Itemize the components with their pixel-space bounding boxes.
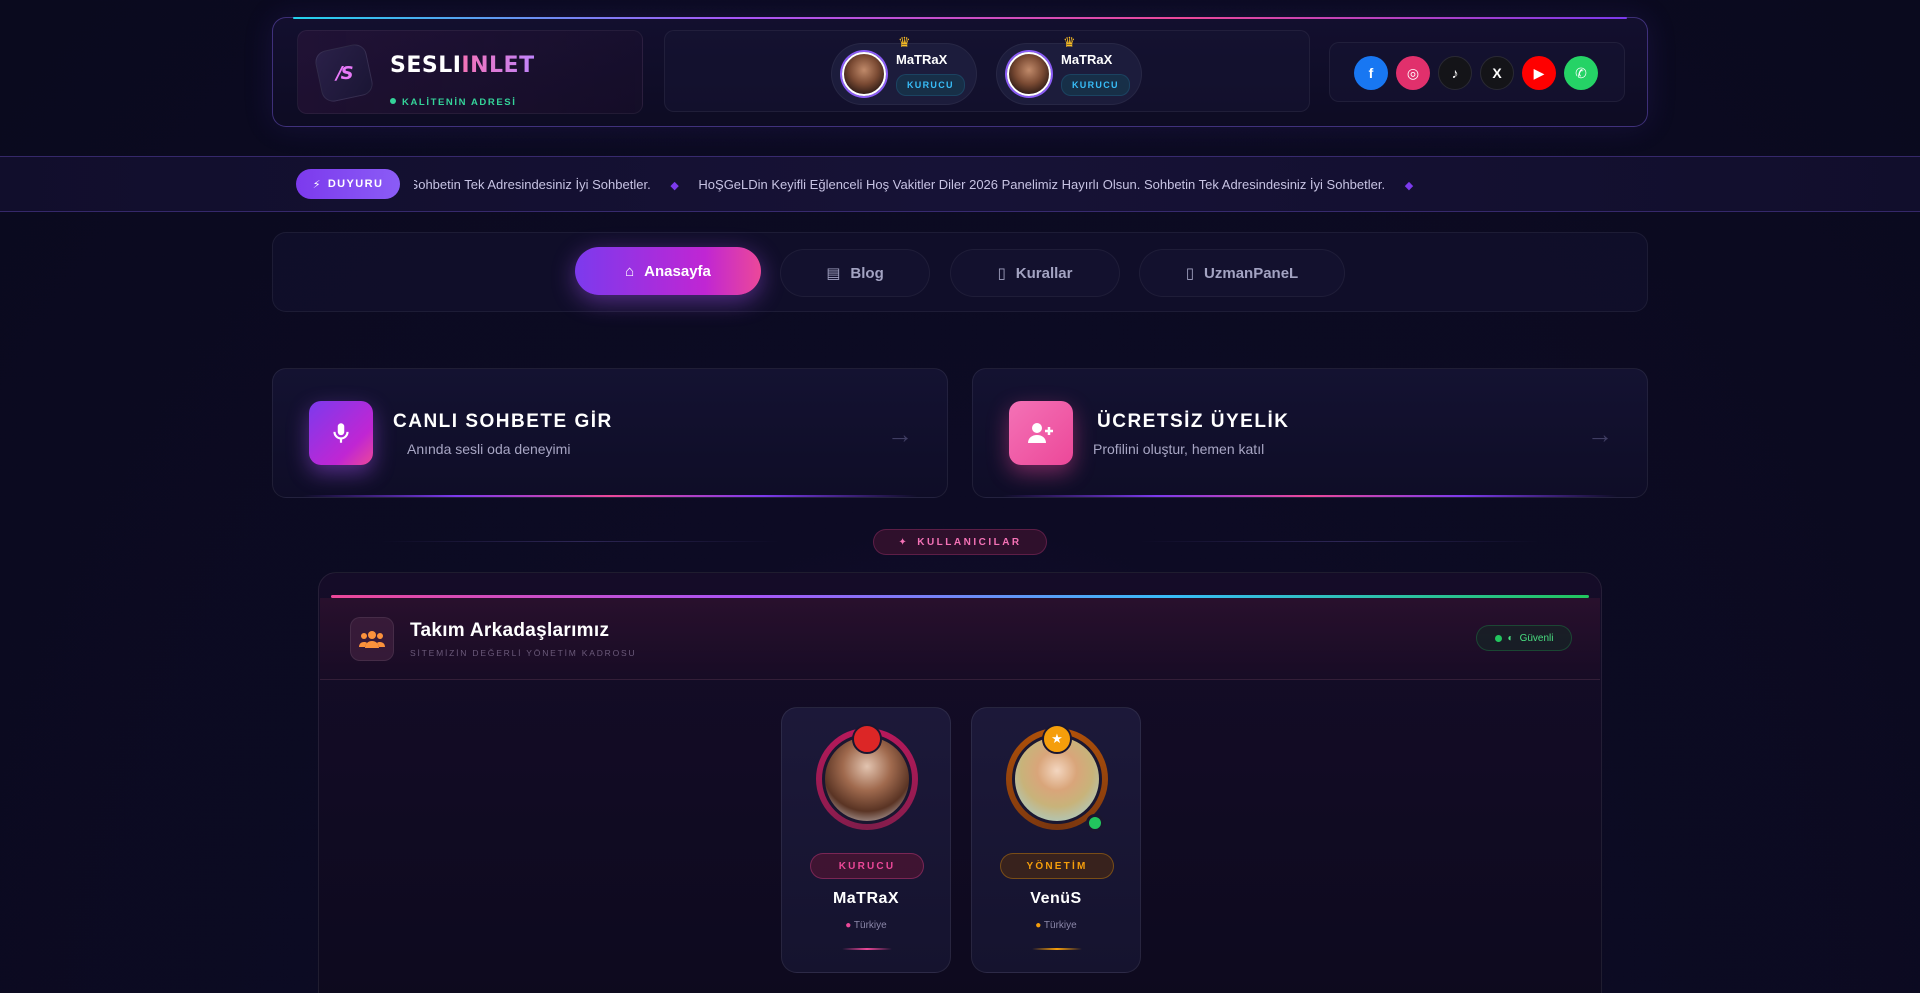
nav-item-blog[interactable]: ▤ Blog (780, 249, 930, 297)
nav-item-kurallar[interactable]: ▯ Kurallar (950, 249, 1120, 297)
status-dot (1494, 634, 1502, 642)
arrow-right-icon: → (1587, 419, 1613, 449)
divider (1140, 541, 1540, 542)
social-links: f ◎ ♪ X ▶ ✆ (1329, 42, 1625, 102)
header-admins: ♛ MaTRaX KURUCU ♛ MaTRaX KURUCU (664, 30, 1310, 112)
admin-name: MaTRaX (896, 52, 948, 67)
live-chat-card[interactable]: CANLI SOHBETE GİR Anında sesli oda deney… (272, 368, 948, 498)
main-nav: ⌂ Anasayfa ▤ Blog ▯ Kurallar ▯ UzmanPane… (272, 232, 1648, 312)
avatar (1007, 52, 1051, 96)
shield-icon: ◐ (1507, 632, 1514, 644)
nav-item-anasayfa[interactable]: ⌂ Anasayfa (575, 247, 761, 295)
admin-name: MaTRaX (1061, 52, 1113, 67)
diamond-icon: ◆ (1404, 180, 1414, 192)
cta-title: CANLI SOHBETE GİR (393, 411, 613, 432)
crown-icon: ♛ (898, 34, 911, 50)
member-role-badge: KURUCU (810, 853, 924, 879)
users-icon: ✦ (898, 536, 910, 548)
member-location: ● Türkiye (1035, 920, 1077, 931)
bolt-icon: ⚡ (312, 178, 322, 191)
location-pin-icon: ● (1035, 920, 1042, 931)
document-icon: ▯ (1185, 265, 1195, 282)
home-icon: ⌂ (625, 262, 635, 280)
member-role-badge: YÖNETİM (1000, 853, 1114, 879)
diamond-icon: ◆ (670, 180, 679, 192)
member-card[interactable]: KURUCU MaTRaX ● Türkiye (781, 707, 951, 973)
users-section-label: ✦ KULLANICILAR (873, 529, 1047, 555)
team-accent-line (331, 595, 1589, 598)
nav-item-uzmanpanel[interactable]: ▯ UzmanPaneL (1139, 249, 1345, 297)
avatar (842, 52, 886, 96)
facebook-icon[interactable]: f (1354, 56, 1388, 90)
announcement-bar: ⚡ DUYURU HoŞGeLDin Keyifli Eğlenceli Hoş… (0, 156, 1920, 212)
member-accent (842, 948, 892, 950)
cta-subtitle: Anında sesli oda deneyimi (407, 441, 571, 457)
secure-badge: ◐ Güvenli (1476, 625, 1572, 651)
member-name: MaTRaX (832, 890, 900, 907)
logo[interactable]: /S SESLIINLET KALİTENİN ADRESİ (297, 30, 643, 114)
member-card[interactable]: ★ YÖNETİM VenüS ● Türkiye (971, 707, 1141, 973)
site-title: SESLIINLET (390, 53, 535, 78)
team-title: Takım Arkadaşlarımız (410, 620, 610, 641)
add-user-icon (1009, 401, 1073, 465)
location-pin-icon: ● (845, 920, 852, 931)
instagram-icon[interactable]: ◎ (1396, 56, 1430, 90)
whatsapp-icon[interactable]: ✆ (1564, 56, 1598, 90)
member-location: ● Türkiye (845, 920, 887, 931)
cta-subtitle: Profilini oluştur, hemen katıl (1093, 441, 1265, 457)
youtube-icon[interactable]: ▶ (1522, 56, 1556, 90)
online-status-dot (1086, 814, 1104, 832)
announcement-text: HoŞGeLDin Keyifli Eğlenceli Hoş Vakitler… (698, 177, 1386, 192)
team-icon (350, 617, 394, 661)
announcement-text: HoŞGeLDin Keyifli Eğlenceli Hoş Vakitler… (414, 177, 651, 192)
x-icon[interactable]: X (1480, 56, 1514, 90)
team-header: Takım Arkadaşlarımız SİTEMİZİN DEĞERLİ Y… (320, 598, 1600, 680)
star-icon: ★ (1042, 724, 1072, 754)
announcement-marquee: HoŞGeLDin Keyifli Eğlenceli Hoş Vakitler… (414, 157, 1624, 211)
signup-card[interactable]: ÜCRETSİZ ÜYELİK Profilini oluştur, hemen… (972, 368, 1648, 498)
site-header: /S SESLIINLET KALİTENİN ADRESİ ♛ MaTRaX … (272, 17, 1648, 127)
admin-chip[interactable]: ♛ MaTRaX KURUCU (831, 34, 977, 105)
team-subtitle: SİTEMİZİN DEĞERLİ YÖNETİM KADROSU (410, 648, 637, 658)
document-icon: ▯ (997, 265, 1006, 282)
cta-title: ÜCRETSİZ ÜYELİK (1097, 411, 1290, 432)
admin-role-badge: KURUCU (1061, 74, 1130, 96)
logo-mark-icon: /S (313, 42, 375, 104)
microphone-icon (309, 401, 373, 465)
member-accent (1032, 948, 1082, 950)
site-tagline: KALİTENİN ADRESİ (390, 97, 516, 108)
crown-icon: ♛ (1063, 34, 1076, 50)
badge-icon (852, 724, 882, 754)
divider (380, 541, 780, 542)
tiktok-icon[interactable]: ♪ (1438, 56, 1472, 90)
admin-role-badge: KURUCU (896, 74, 965, 96)
admin-chip[interactable]: ♛ MaTRaX KURUCU (996, 34, 1142, 105)
newspaper-icon: ▤ (826, 265, 841, 282)
team-panel: Takım Arkadaşlarımız SİTEMİZİN DEĞERLİ Y… (318, 572, 1602, 993)
arrow-right-icon: → (887, 419, 913, 449)
announcement-badge: ⚡ DUYURU (296, 169, 400, 199)
member-name: VenüS (1030, 890, 1082, 907)
